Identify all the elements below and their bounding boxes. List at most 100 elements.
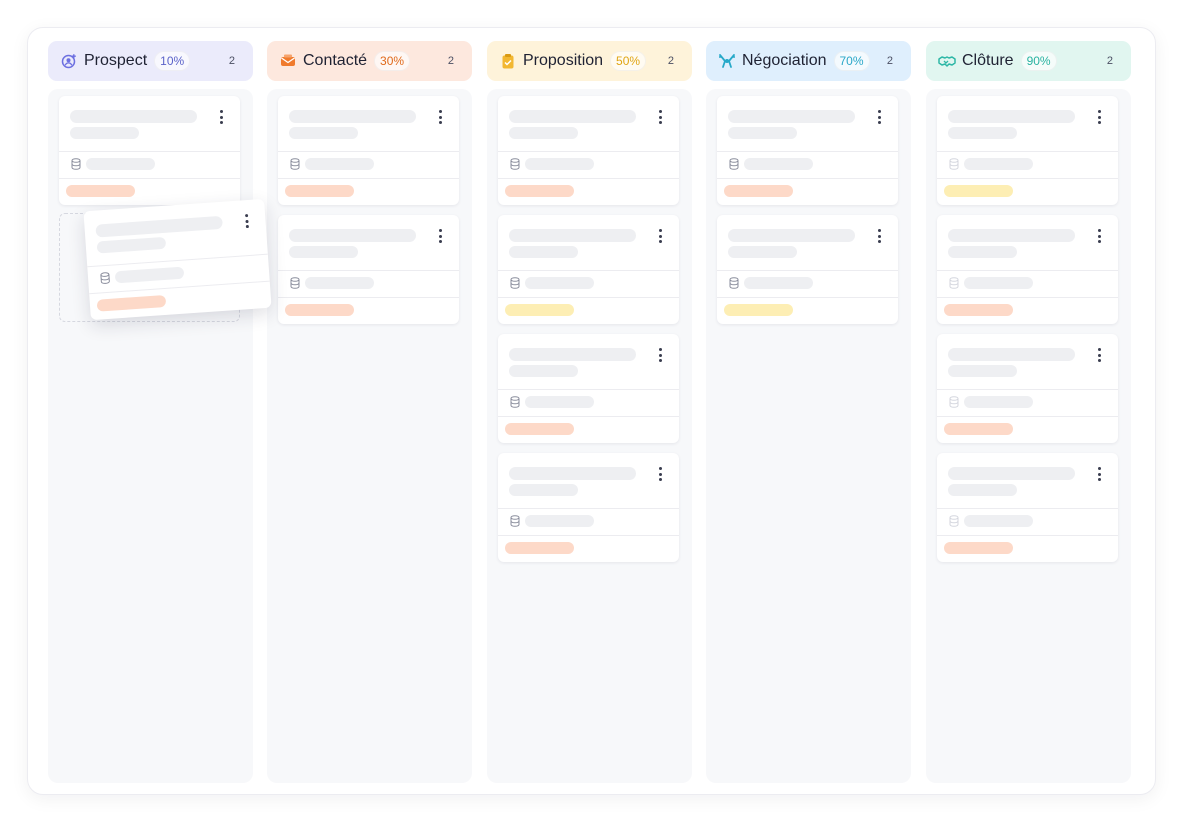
skeleton-subtitle — [728, 127, 797, 139]
more-options-icon[interactable] — [655, 227, 665, 245]
more-options-icon[interactable] — [241, 212, 252, 231]
skeleton-title — [948, 110, 1075, 123]
column-body-proposition[interactable] — [487, 89, 692, 783]
deal-card[interactable] — [717, 215, 898, 324]
dragging-deal-card[interactable] — [83, 198, 272, 321]
kanban-board: Prospect 10% 2 Contacté 30% 2 Propositio… — [27, 27, 1156, 795]
card-count: 2 — [447, 55, 454, 67]
column-header-cloture[interactable]: Clôture 90% 2 — [926, 41, 1131, 81]
skeleton-subtitle — [289, 246, 358, 258]
column-prospect: Prospect 10% 2 — [48, 41, 253, 783]
card-count: 2 — [667, 55, 674, 67]
divider — [498, 151, 679, 152]
skeleton-subtitle — [289, 127, 358, 139]
column-header-proposition[interactable]: Proposition 50% 2 — [487, 41, 692, 81]
divider — [498, 508, 679, 509]
deal-card[interactable] — [278, 96, 459, 205]
column-title: Prospect — [84, 52, 148, 69]
deal-card[interactable] — [59, 96, 240, 205]
skeleton-title — [509, 348, 636, 361]
divider — [498, 389, 679, 390]
column-header-contacte[interactable]: Contacté 30% 2 — [267, 41, 472, 81]
divider — [717, 270, 898, 271]
divider — [278, 297, 459, 298]
deal-card[interactable] — [498, 334, 679, 443]
deal-card[interactable] — [278, 215, 459, 324]
database-icon — [949, 158, 959, 170]
divider — [937, 297, 1118, 298]
more-options-icon[interactable] — [435, 227, 445, 245]
more-options-icon[interactable] — [1094, 346, 1104, 364]
skeleton-company — [114, 266, 185, 284]
deal-card[interactable] — [937, 453, 1118, 562]
more-options-icon[interactable] — [1094, 227, 1104, 245]
envelope-icon — [279, 52, 297, 70]
more-options-icon[interactable] — [216, 108, 226, 126]
skeleton-subtitle — [948, 246, 1017, 258]
status-tag — [724, 185, 793, 197]
database-icon — [949, 277, 959, 289]
skeleton-company — [525, 396, 594, 408]
database-icon — [71, 158, 81, 170]
user-plus-icon — [60, 52, 78, 70]
more-options-icon[interactable] — [874, 108, 884, 126]
more-options-icon[interactable] — [435, 108, 445, 126]
deal-card[interactable] — [937, 334, 1118, 443]
divider — [278, 270, 459, 271]
skeleton-subtitle — [509, 484, 578, 496]
skeleton-company — [525, 277, 594, 289]
skeleton-title — [289, 110, 416, 123]
status-tag — [285, 185, 354, 197]
database-icon — [729, 158, 739, 170]
divider — [717, 151, 898, 152]
skeleton-subtitle — [509, 365, 578, 377]
deal-card[interactable] — [498, 96, 679, 205]
probability-badge: 30% — [374, 51, 411, 71]
skeleton-company — [86, 158, 155, 170]
more-options-icon[interactable] — [655, 346, 665, 364]
arrows-negotiation-icon — [718, 52, 736, 70]
deal-card[interactable] — [937, 96, 1118, 205]
database-icon — [510, 515, 520, 527]
more-options-icon[interactable] — [1094, 108, 1104, 126]
status-tag — [944, 185, 1013, 197]
divider — [498, 178, 679, 179]
more-options-icon[interactable] — [1094, 465, 1104, 483]
skeleton-subtitle — [509, 246, 578, 258]
divider — [937, 270, 1118, 271]
status-tag — [505, 304, 574, 316]
card-count: 2 — [228, 55, 235, 67]
more-options-icon[interactable] — [655, 465, 665, 483]
column-body-prospect[interactable] — [48, 89, 253, 783]
divider — [278, 178, 459, 179]
divider — [717, 297, 898, 298]
skeleton-title — [509, 229, 636, 242]
column-body-contacte[interactable] — [267, 89, 472, 783]
skeleton-title — [95, 215, 223, 238]
more-options-icon[interactable] — [874, 227, 884, 245]
more-options-icon[interactable] — [655, 108, 665, 126]
column-body-cloture[interactable] — [926, 89, 1131, 783]
deal-card[interactable] — [937, 215, 1118, 324]
status-tag — [944, 304, 1013, 316]
column-body-negociation[interactable] — [706, 89, 911, 783]
skeleton-subtitle — [948, 484, 1017, 496]
deal-card[interactable] — [717, 96, 898, 205]
column-header-negociation[interactable]: Négociation 70% 2 — [706, 41, 911, 81]
database-icon — [949, 515, 959, 527]
column-title: Contacté — [303, 52, 368, 69]
deal-card[interactable] — [498, 453, 679, 562]
probability-badge: 70% — [833, 51, 870, 71]
divider — [937, 416, 1118, 417]
column-negociation: Négociation 70% 2 — [706, 41, 911, 783]
divider — [498, 297, 679, 298]
skeleton-title — [948, 348, 1075, 361]
divider — [937, 151, 1118, 152]
deal-card[interactable] — [498, 215, 679, 324]
column-header-prospect[interactable]: Prospect 10% 2 — [48, 41, 253, 81]
clipboard-check-icon — [499, 52, 517, 70]
divider — [498, 270, 679, 271]
status-tag — [944, 423, 1013, 435]
database-icon — [510, 277, 520, 289]
card-count: 2 — [886, 55, 893, 67]
